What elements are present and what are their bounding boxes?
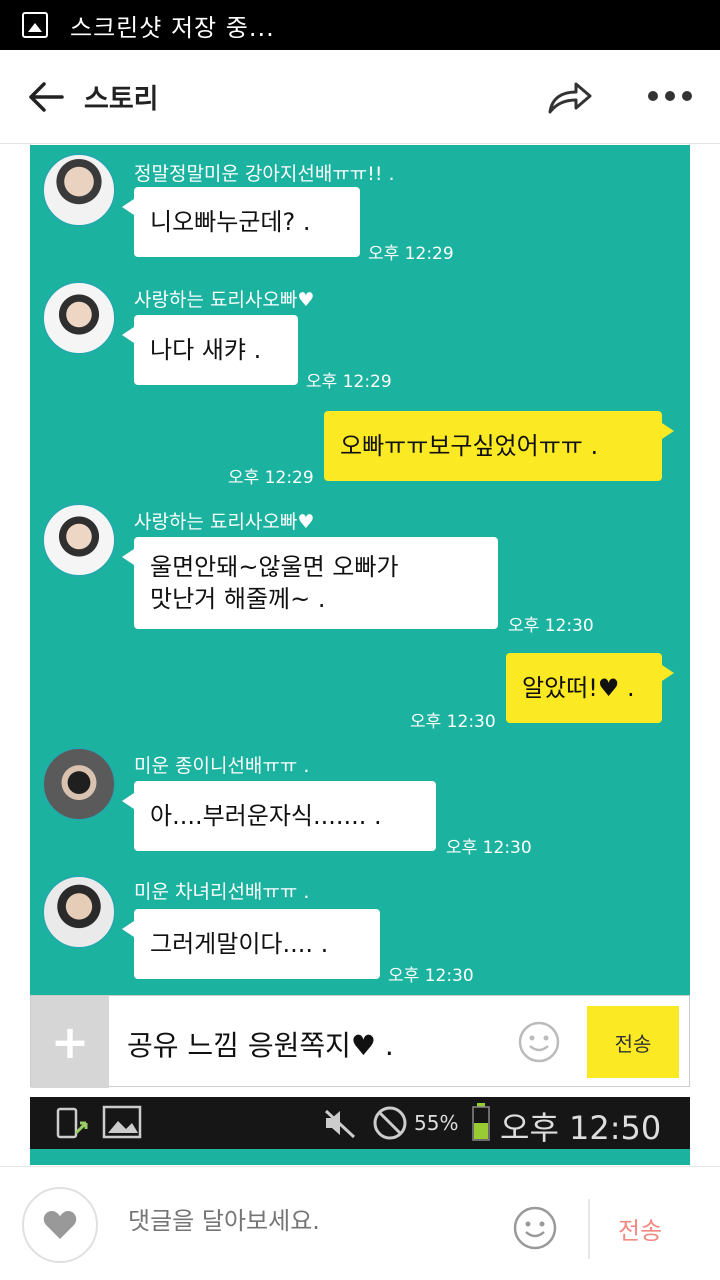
message-bubble: 아....부러운자식....... . (122, 781, 436, 851)
mute-icon (324, 1109, 356, 1139)
dot-icon (682, 91, 692, 101)
arrow-left-icon (29, 81, 64, 112)
message-bubble: 그러게말이다.... . (122, 909, 380, 979)
heart-icon (43, 1211, 77, 1239)
comment-input[interactable] (128, 1207, 488, 1235)
chat-send-button: 전송 (587, 1006, 679, 1078)
system-status-bar: 55% 오후 12:50 (30, 1097, 690, 1149)
message-text: 아....부러운자식....... . (150, 802, 382, 830)
message-text: 니오빠누군데? . (150, 208, 311, 236)
sender-name: 사랑하는 됴리사오빠♥ (134, 289, 315, 311)
avatar (42, 281, 116, 355)
message-time: 오후 12:29 (228, 468, 314, 488)
battery-icon (472, 1103, 490, 1141)
message-bubble: 나다 새캬 . (122, 315, 298, 385)
status-bar: 스크린샷 저장 중... (0, 0, 720, 50)
message-text: 그러게말이다.... . (150, 930, 329, 958)
sender-name: 미운 종이니선배ㅠㅠ . (134, 755, 310, 777)
avatar (42, 875, 116, 949)
message-text: 울면안돼~않울면 오빠가 (150, 553, 399, 581)
share-icon (548, 82, 592, 114)
message-bubble: 니오빠누군데? . (122, 187, 360, 257)
emoji-button[interactable] (512, 1205, 558, 1251)
back-button[interactable] (26, 77, 66, 117)
message-time: 오후 12:30 (508, 616, 594, 636)
message-time: 오후 12:30 (446, 838, 532, 858)
story-image[interactable]: 정말정말미운 강아지선배ㅠㅠ!! . 니오빠누군데? . 오후 12:29 사랑… (30, 145, 690, 1165)
gallery-icon (102, 1105, 142, 1139)
avatar (42, 503, 116, 577)
chat-background-strip (30, 1149, 690, 1165)
plus-icon: + (31, 996, 109, 1088)
dot-icon (648, 91, 658, 101)
message-text: 알았떠!♥ . (522, 674, 635, 702)
message-text: 오빠ㅠㅠ보구싶었어ㅠㅠ . (340, 432, 599, 460)
like-button[interactable] (22, 1187, 98, 1263)
chat-input-text: 공유 느낌 응원쪽지♥ . (127, 1029, 394, 1062)
message-time: 오후 12:30 (410, 712, 496, 732)
message-time: 오후 12:30 (388, 966, 474, 986)
chat-screenshot: 정말정말미운 강아지선배ㅠㅠ!! . 니오빠누군데? . 오후 12:29 사랑… (30, 145, 690, 995)
avatar (42, 153, 116, 227)
share-button[interactable] (546, 78, 594, 118)
system-clock: 오후 12:50 (500, 1109, 662, 1147)
sender-name: 미운 차녀리선배ㅠㅠ . (134, 881, 310, 903)
status-text: 스크린샷 저장 중... (70, 13, 275, 42)
emoji-icon (518, 1021, 560, 1063)
no-signal-icon (373, 1106, 407, 1140)
battery-percent: 55% (414, 1111, 459, 1135)
app-header: 스토리 (0, 50, 720, 144)
message-bubble: 울면안돼~않울면 오빠가 맛난거 해줄께~ . (122, 537, 498, 629)
message-time: 오후 12:29 (306, 372, 392, 392)
avatar (42, 747, 116, 821)
screenshot-icon (22, 12, 48, 38)
sender-name: 정말정말미운 강아지선배ㅠㅠ!! . (134, 163, 395, 185)
chat-input-bar: + 공유 느낌 응원쪽지♥ . 전송 (30, 995, 690, 1088)
sender-name: 사랑하는 됴리사오빠♥ (134, 511, 315, 533)
comment-bar: 전송 (0, 1166, 720, 1280)
dot-icon (665, 91, 675, 101)
message-time: 오후 12:29 (368, 244, 454, 264)
send-button[interactable]: 전송 (618, 1211, 662, 1246)
message-bubble: 오빠ㅠㅠ보구싶었어ㅠㅠ . (324, 411, 674, 481)
phone-update-icon (56, 1107, 88, 1139)
message-text: 맛난거 해줄께~ . (150, 585, 326, 613)
divider (588, 1199, 590, 1259)
more-options-button[interactable] (648, 86, 692, 106)
message-bubble: 알았떠!♥ . (506, 653, 674, 723)
page-title: 스토리 (84, 84, 159, 115)
message-text: 나다 새캬 . (150, 336, 262, 364)
